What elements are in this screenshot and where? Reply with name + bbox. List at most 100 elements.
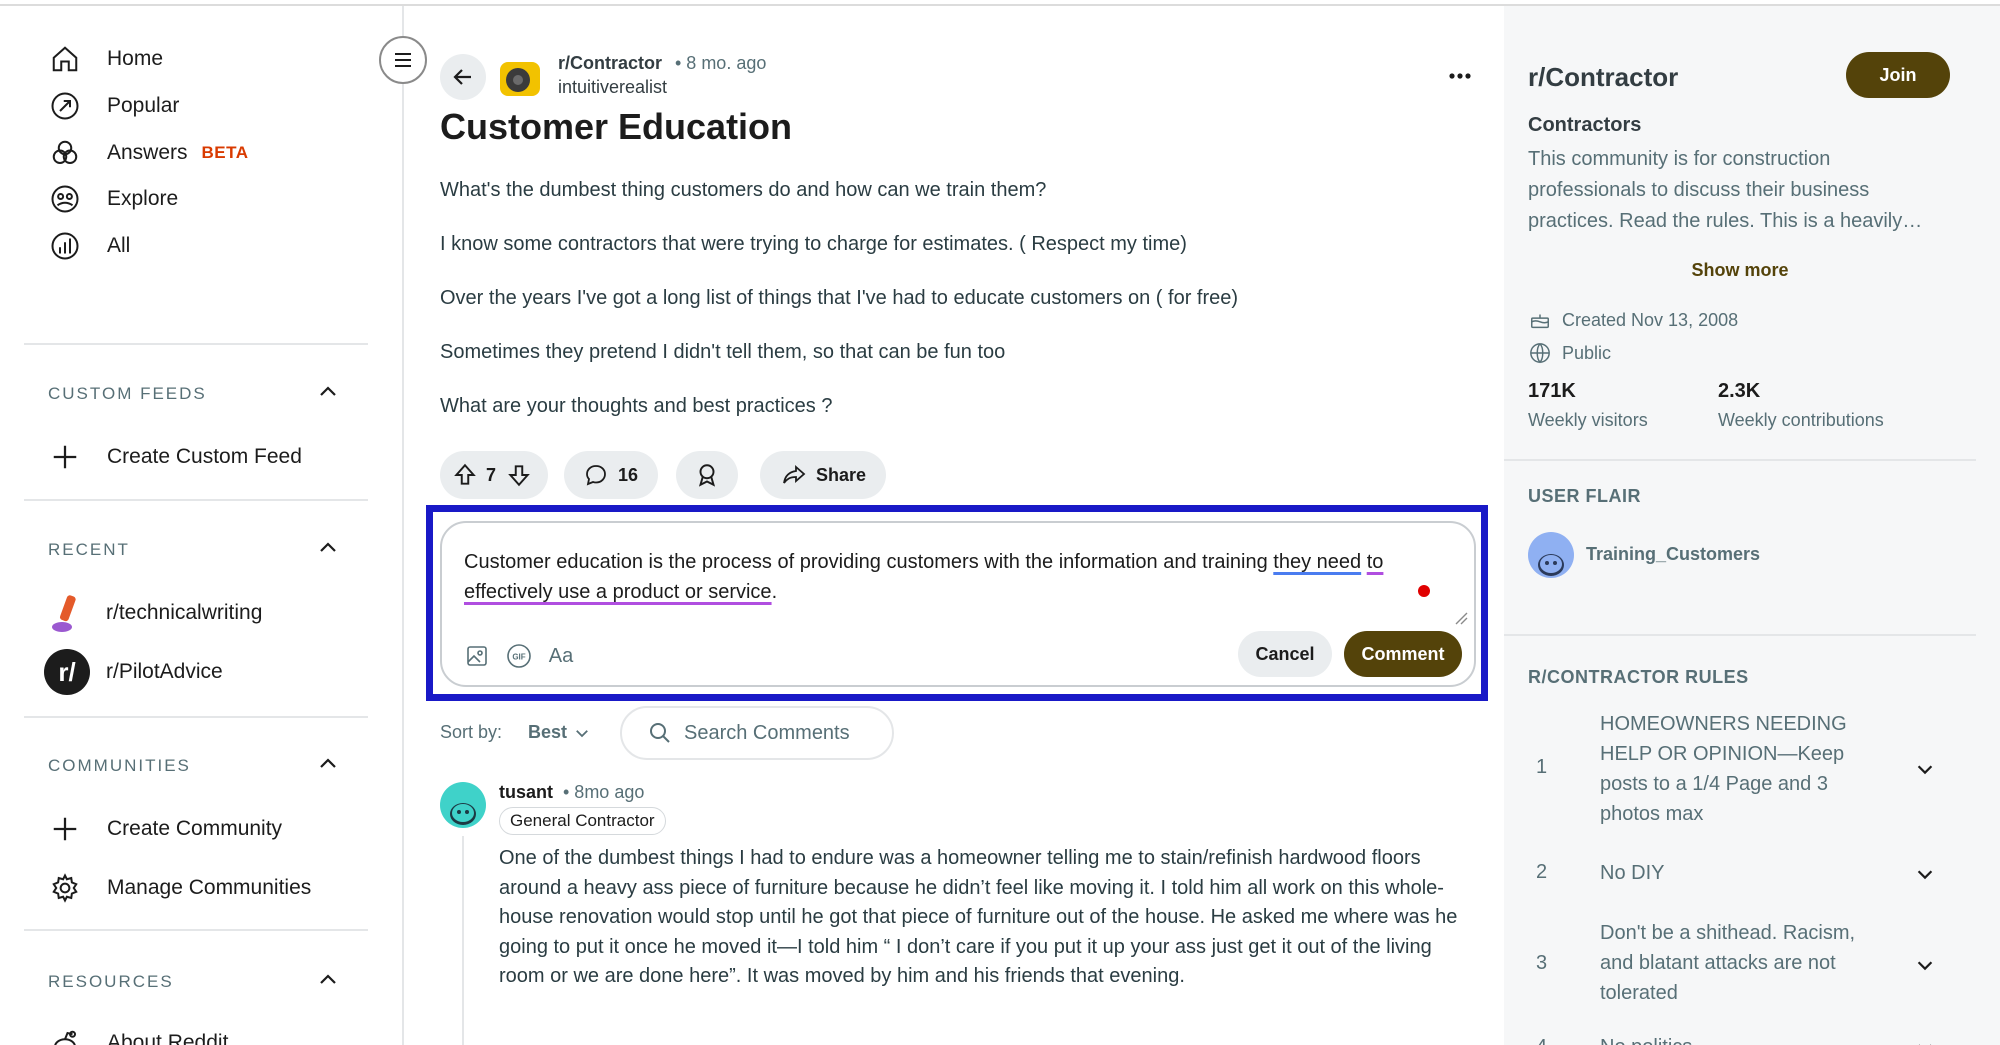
create-community-button[interactable]: Create Community: [48, 804, 368, 854]
hamburger-icon: [395, 53, 411, 67]
sidebar-divider: [24, 343, 368, 345]
chevron-up-icon[interactable]: [316, 536, 340, 560]
community-name[interactable]: r/Contractor: [1528, 62, 1678, 93]
sort-value: Best: [528, 722, 568, 742]
chevron-up-icon[interactable]: [316, 380, 340, 404]
create-community-label: Create Community: [107, 817, 283, 840]
community-created: Created Nov 13, 2008: [1528, 308, 1738, 332]
about-reddit-link[interactable]: About Reddit: [48, 1018, 368, 1045]
user-flair-avatar[interactable]: [1528, 532, 1574, 578]
nav-popular[interactable]: Popular: [48, 81, 368, 131]
gif-icon: GIF: [507, 644, 531, 668]
pilotadvice-avatar: r/: [44, 649, 90, 695]
sort-dropdown[interactable]: Best: [528, 722, 591, 743]
comment-count: 16: [618, 464, 639, 485]
community-subtitle: Contractors: [1528, 114, 1642, 136]
share-label: Share: [816, 464, 867, 485]
home-icon: [48, 42, 82, 76]
chevron-down-icon[interactable]: [1914, 954, 1936, 976]
rules-title: R/CONTRACTOR RULES: [1528, 667, 1749, 687]
search-icon: [650, 723, 670, 743]
recent-item-label: r/PilotAdvice: [106, 660, 223, 683]
sort-label: Sort by:: [440, 722, 503, 742]
rule-text: No politics: [1600, 1032, 1870, 1045]
community-sidebar: r/Contractor Join Contractors This commu…: [1504, 6, 2000, 1045]
post-subreddit-link[interactable]: r/Contractor: [558, 53, 662, 74]
commenter-avatar[interactable]: [440, 782, 486, 828]
recent-item-technicalwriting[interactable]: r/technicalwriting: [44, 588, 368, 638]
rule-number: 2: [1536, 861, 1548, 883]
comment-body: One of the dumbest things I had to endur…: [499, 847, 1458, 987]
ellipsis-icon: [1449, 73, 1471, 79]
technicalwriting-avatar: [44, 590, 90, 636]
arrow-left-icon: [453, 69, 471, 85]
nav-home[interactable]: Home: [48, 34, 368, 84]
image-upload-button[interactable]: [462, 641, 492, 671]
post-paragraph: Over the years I've got a long list of t…: [440, 287, 1239, 309]
user-flair-title: USER FLAIR: [1528, 486, 1641, 506]
vote-bar: 7: [440, 451, 548, 499]
award-button[interactable]: [676, 451, 738, 499]
rule-text: No DIY: [1600, 862, 1665, 884]
downvote-icon[interactable]: [506, 462, 532, 488]
sidebar-divider: [1504, 459, 1976, 461]
thread-line[interactable]: [462, 836, 464, 1045]
rule-text: HOMEOWNERS NEEDING HELP OR OPINION—Keep …: [1600, 713, 1847, 825]
rule-text: Don't be a shithead. Racism, and blatant…: [1600, 922, 1856, 1004]
award-icon: [698, 464, 716, 487]
commenter-username[interactable]: tusant: [499, 782, 553, 803]
weekly-contributions-value: 2.3K: [1718, 380, 1761, 402]
chevron-up-icon[interactable]: [316, 968, 340, 992]
weekly-contributions-label: Weekly contributions: [1718, 410, 1884, 430]
answers-icon: [48, 136, 82, 170]
svg-text:GIF: GIF: [512, 653, 525, 662]
gif-button[interactable]: GIF: [504, 641, 534, 671]
search-comments-input[interactable]: Search Comments: [620, 706, 894, 760]
sidebar-divider: [24, 716, 368, 718]
custom-feeds-title[interactable]: CUSTOM FEEDS: [48, 384, 207, 404]
collapse-sidebar-button[interactable]: [379, 36, 427, 84]
user-flair-name[interactable]: Training_Customers: [1586, 544, 1760, 565]
post-paragraph: What are your thoughts and best practice…: [440, 395, 833, 417]
more-options-button[interactable]: [1440, 64, 1480, 88]
nav-answers[interactable]: Answers BETA: [48, 128, 368, 178]
comment-input[interactable]: Customer education is the process of pro…: [464, 547, 1454, 607]
recent-title[interactable]: RECENT: [48, 540, 130, 560]
resize-handle-icon[interactable]: [1454, 611, 1468, 625]
reddit-alien-icon: [48, 1026, 82, 1045]
communities-title[interactable]: COMMUNITIES: [48, 756, 191, 776]
rule-number: 4: [1536, 1036, 1547, 1045]
share-icon: [783, 465, 806, 484]
beta-badge: BETA: [201, 143, 249, 162]
chevron-up-icon[interactable]: [316, 752, 340, 776]
comment-composer[interactable]: Customer education is the process of pro…: [440, 521, 1476, 687]
subreddit-avatar[interactable]: [498, 56, 542, 100]
join-button[interactable]: Join: [1846, 52, 1950, 98]
chevron-down-icon[interactable]: [1914, 758, 1936, 780]
create-custom-feed-button[interactable]: Create Custom Feed: [48, 432, 368, 482]
post-paragraph: Sometimes they pretend I didn't tell the…: [440, 341, 1006, 363]
nav-all[interactable]: All: [48, 221, 368, 271]
cancel-button[interactable]: Cancel: [1238, 631, 1332, 677]
sidebar-divider: [1504, 634, 1976, 636]
nav-explore[interactable]: Explore: [48, 174, 368, 224]
chevron-down-icon: [576, 729, 588, 737]
manage-communities-button[interactable]: Manage Communities: [48, 863, 368, 913]
back-button[interactable]: [440, 54, 486, 100]
chevron-down-icon[interactable]: [1914, 863, 1936, 885]
plus-icon: [48, 440, 82, 474]
resources-title[interactable]: RESOURCES: [48, 972, 174, 992]
create-custom-feed-label: Create Custom Feed: [107, 445, 302, 468]
community-visibility: Public: [1528, 341, 1611, 365]
formatting-button[interactable]: Aa: [546, 641, 576, 671]
plus-icon: [48, 812, 82, 846]
recent-item-pilotadvice[interactable]: r/ r/PilotAdvice: [44, 647, 368, 697]
upvote-icon[interactable]: [452, 462, 478, 488]
comments-button[interactable]: 16: [564, 451, 658, 499]
post-author-link[interactable]: intuitiverealist: [558, 77, 667, 98]
submit-comment-button[interactable]: Comment: [1344, 631, 1462, 677]
share-button[interactable]: Share: [760, 451, 886, 499]
show-more-button[interactable]: Show more: [1504, 260, 1976, 281]
chevron-down-icon[interactable]: [1914, 1037, 1936, 1045]
post-paragraph: What's the dumbest thing customers do an…: [440, 179, 1047, 201]
